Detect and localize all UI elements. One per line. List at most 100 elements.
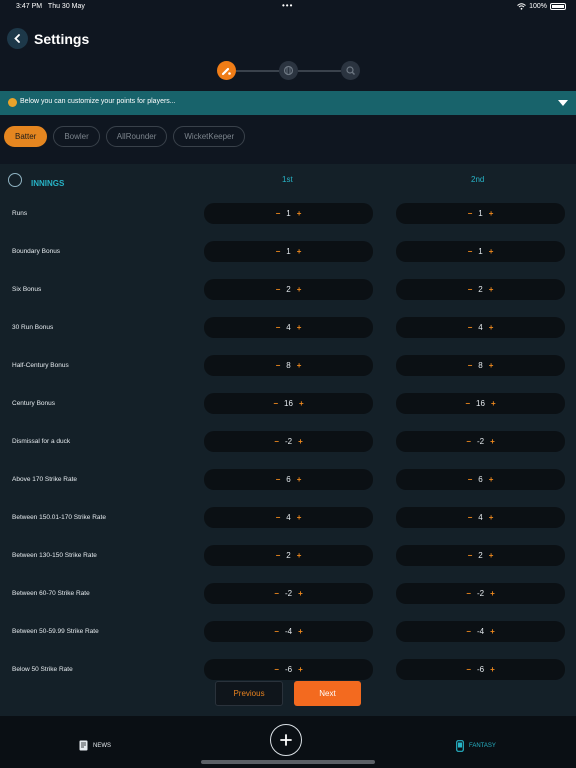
points-row: 30 Run Bonus −4 + −4 + (0, 317, 576, 339)
points-value: 4 (286, 323, 291, 332)
increment-button[interactable]: + (490, 437, 495, 446)
increment-button[interactable]: + (297, 247, 302, 256)
decrement-button[interactable]: − (468, 513, 473, 522)
increment-button[interactable]: + (298, 665, 303, 674)
points-stepper-2nd: −1 + (396, 241, 565, 262)
decrement-button[interactable]: − (466, 437, 471, 446)
points-value: 4 (478, 513, 483, 522)
increment-button[interactable]: + (298, 627, 303, 636)
decrement-button[interactable]: − (468, 285, 473, 294)
next-button[interactable]: Next (294, 681, 361, 706)
increment-button[interactable]: + (490, 627, 495, 636)
chevron-down-icon[interactable] (558, 100, 568, 106)
points-row: Six Bonus −2 + −2 + (0, 279, 576, 301)
glove-icon (346, 66, 355, 75)
points-value: 2 (286, 551, 291, 560)
step-batting[interactable] (217, 61, 236, 80)
increment-button[interactable]: + (489, 285, 494, 294)
increment-button[interactable]: + (299, 399, 304, 408)
increment-button[interactable]: + (298, 589, 303, 598)
tab-allrounder[interactable]: AllRounder (105, 126, 168, 147)
points-value: 16 (284, 399, 293, 408)
points-value: -2 (476, 437, 485, 446)
increment-button[interactable]: + (297, 285, 302, 294)
increment-button[interactable]: + (489, 513, 494, 522)
points-row: Between 60-70 Strike Rate − -2 + − -2 + (0, 583, 576, 605)
increment-button[interactable]: + (489, 323, 494, 332)
points-stepper-1st: − -2 + (204, 431, 373, 452)
increment-button[interactable]: + (298, 437, 303, 446)
decrement-button[interactable]: − (468, 209, 473, 218)
increment-button[interactable]: + (491, 399, 496, 408)
previous-button[interactable]: Previous (215, 681, 283, 706)
increment-button[interactable]: + (489, 551, 494, 560)
increment-button[interactable]: + (297, 475, 302, 484)
multitask-dots: ••• (282, 1, 294, 10)
column-header-1st: 1st (282, 175, 293, 184)
nav-fantasy[interactable]: FANTASY (456, 740, 496, 752)
decrement-button[interactable]: − (276, 513, 281, 522)
decrement-button[interactable]: − (276, 247, 281, 256)
step-bowling[interactable] (279, 61, 298, 80)
increment-button[interactable]: + (489, 475, 494, 484)
points-row: Between 130-150 Strike Rate −2 + −2 + (0, 545, 576, 567)
points-stepper-2nd: − -6 + (396, 659, 565, 680)
home-indicator (201, 760, 375, 764)
decrement-button[interactable]: − (274, 665, 279, 674)
points-stepper-2nd: −8 + (396, 355, 565, 376)
decrement-button[interactable]: − (465, 399, 470, 408)
row-label: Below 50 Strike Rate (12, 666, 73, 673)
points-stepper-1st: − -2 + (204, 583, 373, 604)
increment-button[interactable]: + (297, 361, 302, 370)
decrement-button[interactable]: − (276, 285, 281, 294)
nav-news[interactable]: NEWS (79, 740, 111, 751)
increment-button[interactable]: + (297, 209, 302, 218)
row-label: Above 170 Strike Rate (12, 476, 78, 483)
increment-button[interactable]: + (490, 665, 495, 674)
tab-bowler[interactable]: Bowler (53, 126, 100, 147)
increment-button[interactable]: + (489, 247, 494, 256)
decrement-button[interactable]: − (274, 589, 279, 598)
decrement-button[interactable]: − (274, 437, 279, 446)
decrement-button[interactable]: − (276, 551, 281, 560)
decrement-button[interactable]: − (276, 209, 281, 218)
banner-text: Below you can customize your points for … (20, 98, 176, 105)
increment-button[interactable]: + (489, 209, 494, 218)
decrement-button[interactable]: − (276, 361, 281, 370)
decrement-button[interactable]: − (468, 361, 473, 370)
decrement-button[interactable]: − (274, 627, 279, 636)
decrement-button[interactable]: − (468, 551, 473, 560)
decrement-button[interactable]: − (276, 323, 281, 332)
increment-button[interactable]: + (297, 513, 302, 522)
decrement-button[interactable]: − (468, 475, 473, 484)
ball-icon (283, 65, 294, 76)
decrement-button[interactable]: − (468, 247, 473, 256)
decrement-button[interactable]: − (273, 399, 278, 408)
points-stepper-1st: −2 + (204, 279, 373, 300)
increment-button[interactable]: + (297, 323, 302, 332)
increment-button[interactable]: + (490, 589, 495, 598)
tab-wicketkeeper[interactable]: WicketKeeper (173, 126, 246, 147)
step-fielding[interactable] (341, 61, 360, 80)
points-value: 8 (478, 361, 483, 370)
decrement-button[interactable]: − (466, 589, 471, 598)
page-title: Settings (34, 31, 90, 47)
decrement-button[interactable]: − (466, 627, 471, 636)
increment-button[interactable]: + (297, 551, 302, 560)
points-value: -4 (284, 627, 293, 636)
points-stepper-2nd: −1 + (396, 203, 565, 224)
points-row: Between 50-59.99 Strike Rate − -4 + − -4 + (0, 621, 576, 643)
decrement-button[interactable]: − (468, 323, 473, 332)
decrement-button[interactable]: − (276, 475, 281, 484)
info-banner[interactable]: Below you can customize your points for … (0, 91, 576, 115)
points-value: 1 (286, 209, 291, 218)
decrement-button[interactable]: − (466, 665, 471, 674)
points-stepper-2nd: −4 + (396, 507, 565, 528)
tab-batter[interactable]: Batter (4, 126, 48, 147)
back-button[interactable] (7, 28, 28, 49)
row-label: Between 60-70 Strike Rate (12, 590, 90, 597)
points-value: 8 (286, 361, 291, 370)
add-button[interactable] (270, 724, 302, 756)
points-stepper-1st: −16 + (204, 393, 373, 414)
increment-button[interactable]: + (489, 361, 494, 370)
